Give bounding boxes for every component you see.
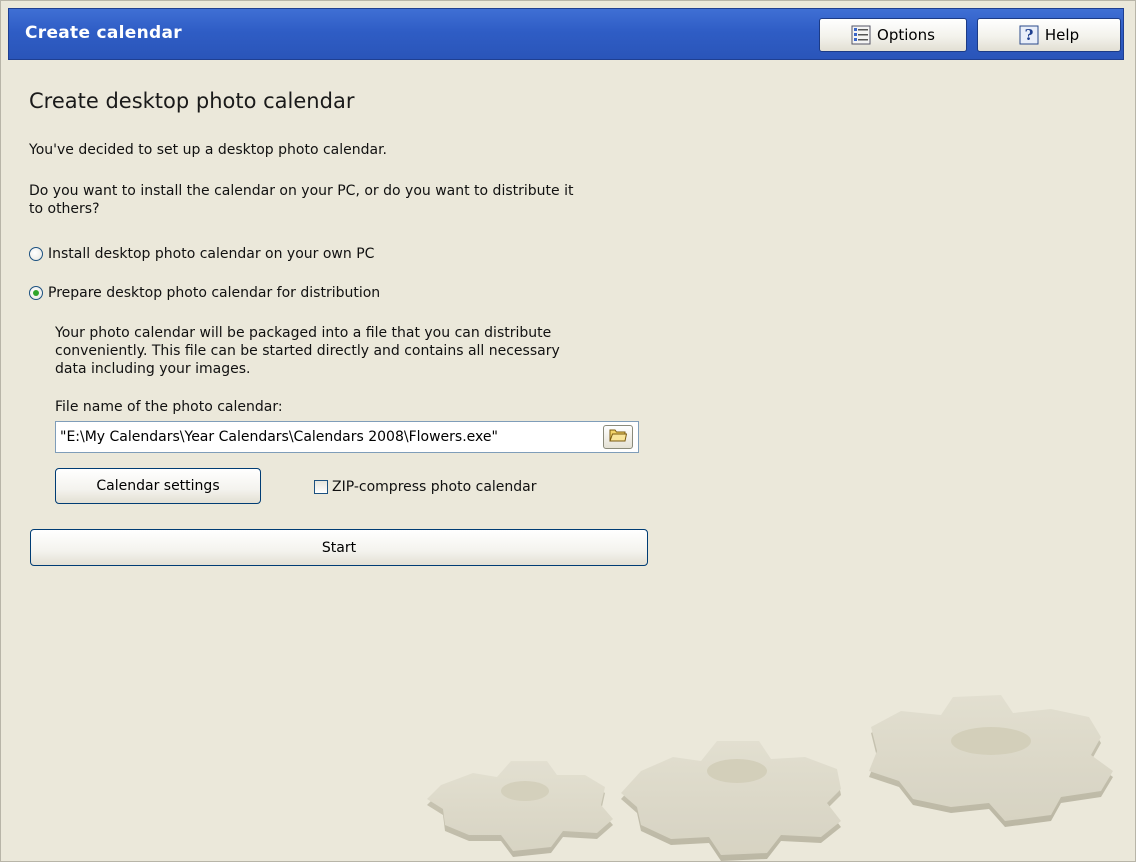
radio-label: Install desktop photo calendar on your o…	[48, 246, 375, 262]
window-title: Create calendar	[25, 23, 182, 43]
start-button[interactable]: Start	[30, 529, 648, 566]
description-line-2: conveniently. This file can be started d…	[55, 343, 560, 359]
radio-prepare-distribution[interactable]: Prepare desktop photo calendar for distr…	[29, 285, 380, 301]
file-name-input[interactable]	[55, 421, 639, 453]
gear-left	[427, 761, 613, 857]
radio-label: Prepare desktop photo calendar for distr…	[48, 285, 381, 301]
zip-compress-option[interactable]: ZIP-compress photo calendar	[314, 479, 537, 495]
create-calendar-window: Create calendar Options ? Help Create de…	[0, 0, 1136, 862]
radio-install-own-pc[interactable]: Install desktop photo calendar on your o…	[29, 246, 374, 262]
zip-compress-checkbox[interactable]	[314, 480, 328, 494]
zip-compress-label: ZIP-compress photo calendar	[332, 479, 537, 495]
page-title: Create desktop photo calendar	[29, 89, 355, 113]
radio-button-selected[interactable]	[29, 286, 43, 300]
help-icon: ?	[1019, 25, 1039, 45]
gear-right	[869, 695, 1113, 827]
folder-icon	[609, 427, 628, 447]
options-label: Options	[877, 26, 935, 44]
help-label: Help	[1044, 26, 1080, 44]
description-line-3: data including your images.	[55, 361, 251, 377]
title-bar: Create calendar Options ? Help	[8, 8, 1124, 60]
radio-button[interactable]	[29, 247, 43, 261]
options-button[interactable]: Options	[819, 18, 967, 52]
intro-text: You've decided to set up a desktop photo…	[29, 142, 388, 158]
question-text-line-1: Do you want to install the calendar on y…	[29, 183, 574, 199]
list-icon	[851, 25, 871, 45]
description-line-1: Your photo calendar will be packaged int…	[55, 325, 552, 341]
svg-text:?: ?	[1024, 26, 1033, 44]
gears-decoration	[427, 695, 1113, 861]
calendar-settings-button[interactable]: Calendar settings	[55, 468, 261, 504]
file-name-label: File name of the photo calendar:	[55, 399, 283, 415]
browse-button[interactable]	[603, 425, 633, 449]
question-text-line-2: to others?	[29, 201, 100, 217]
help-button[interactable]: ? Help	[977, 18, 1121, 52]
gear-middle	[621, 741, 841, 861]
